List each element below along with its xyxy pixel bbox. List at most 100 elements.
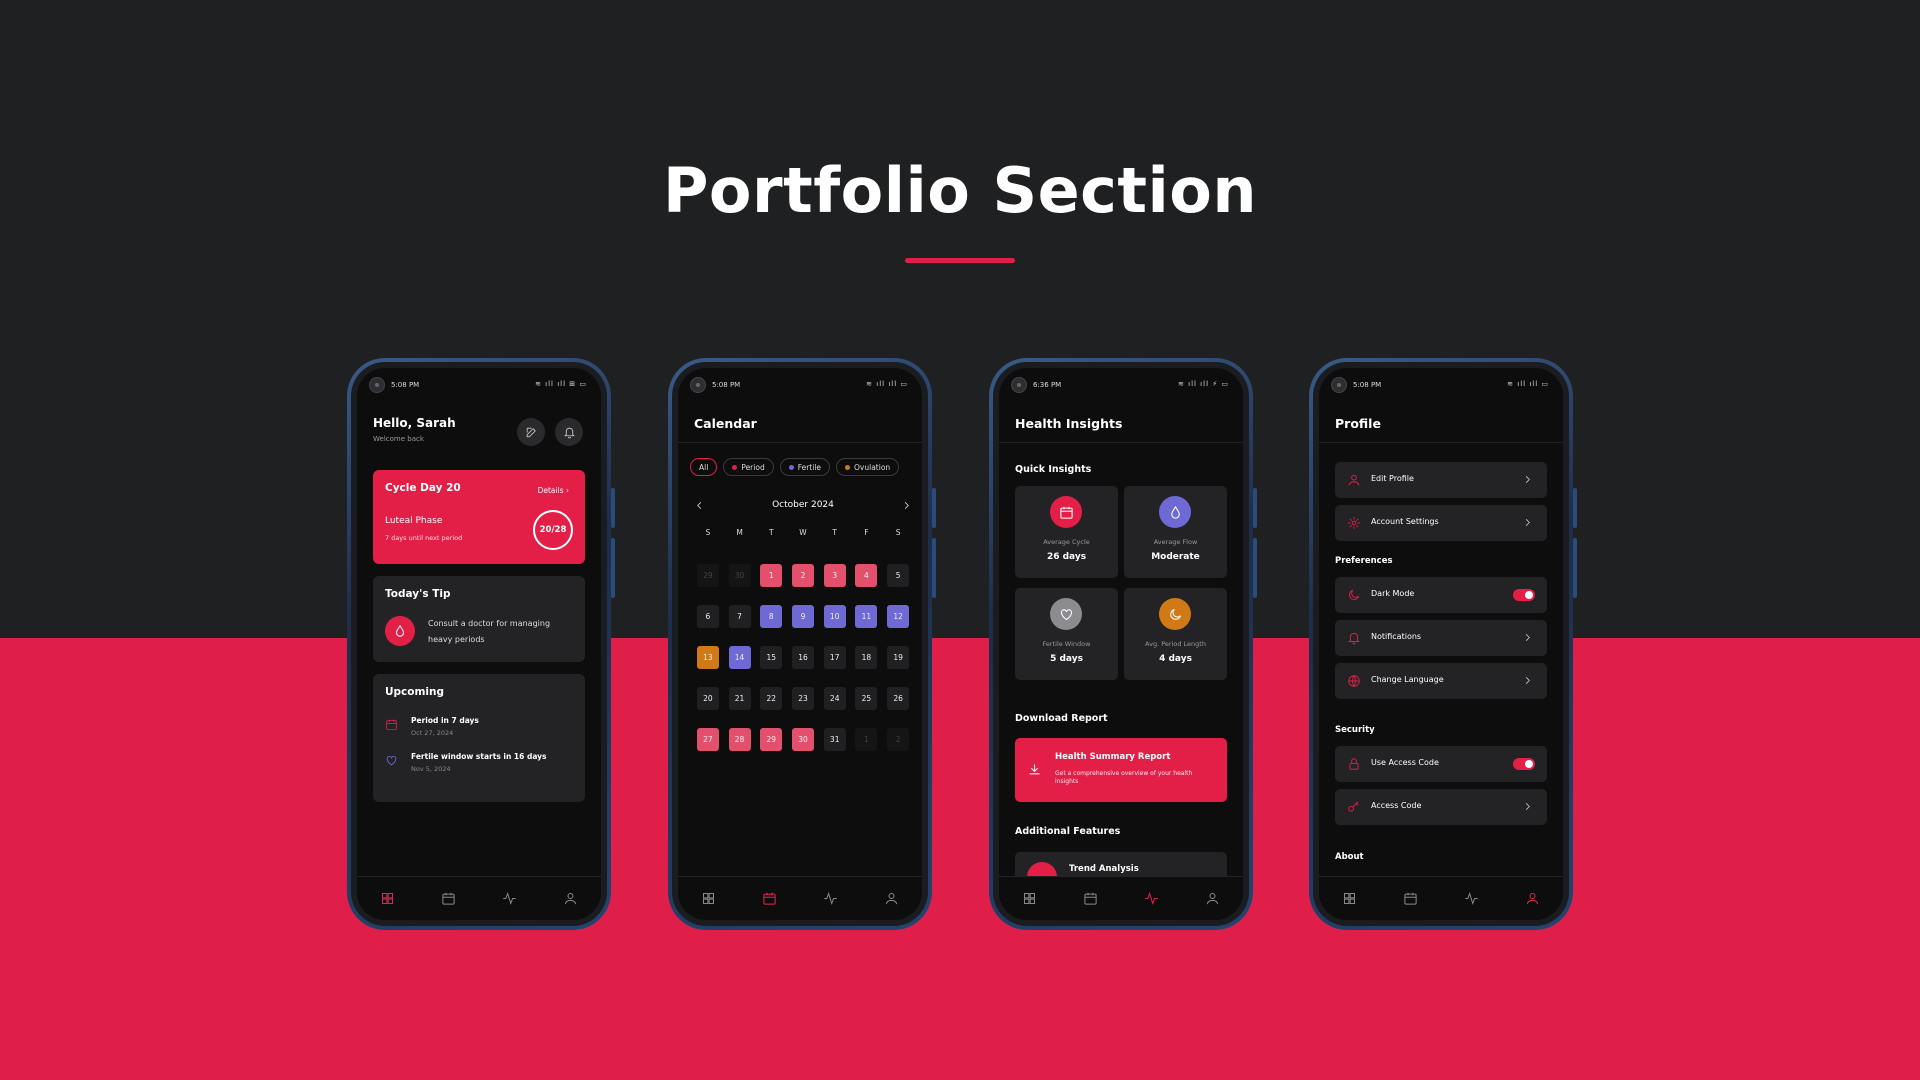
quick-insights-title: Quick Insights — [1015, 464, 1092, 475]
account-settings-row[interactable]: Account Settings — [1335, 505, 1547, 541]
access-code-toggle[interactable] — [1513, 758, 1535, 770]
notifications-button[interactable] — [555, 418, 583, 446]
insight-card[interactable]: Average Cycle 26 days — [1015, 486, 1118, 578]
nav-profile[interactable] — [561, 889, 581, 909]
row-label: Access Code — [1371, 801, 1422, 810]
calendar-day[interactable]: 25 — [855, 687, 878, 710]
calendar-day[interactable]: 3 — [823, 564, 846, 587]
calendar-day[interactable]: 6 — [696, 605, 719, 628]
nav-profile[interactable] — [882, 889, 902, 909]
calendar-day[interactable]: 23 — [791, 687, 814, 710]
calendar-day[interactable]: 2 — [791, 564, 814, 587]
calendar-day[interactable]: 9 — [791, 605, 814, 628]
period-dot — [732, 464, 738, 470]
nav-home[interactable] — [378, 889, 398, 909]
background-top — [0, 0, 1920, 638]
nav-home[interactable] — [699, 889, 719, 909]
insight-card[interactable]: Avg. Period Length 4 days — [1124, 588, 1227, 680]
dark-mode-toggle[interactable] — [1513, 589, 1535, 601]
month-header: October 2024 — [692, 498, 914, 514]
calendar-day[interactable]: 13 — [696, 646, 719, 669]
edit-button[interactable] — [517, 418, 545, 446]
calendar-day[interactable]: 18 — [855, 646, 878, 669]
calendar-day[interactable]: 5 — [887, 564, 910, 587]
calendar-day[interactable]: 15 — [760, 646, 783, 669]
calendar-day[interactable]: 30 — [791, 728, 814, 751]
filter-ovulation[interactable]: Ovulation — [836, 458, 900, 476]
camera-icon — [1011, 377, 1027, 393]
details-link[interactable]: Details › — [538, 486, 569, 495]
calendar-day[interactable]: 7 — [728, 605, 751, 628]
health-summary-report-button[interactable]: Health Summary Report Get a comprehensiv… — [1015, 738, 1227, 802]
insight-card[interactable]: Fertile Window 5 days — [1015, 588, 1118, 680]
nav-profile[interactable] — [1203, 889, 1223, 909]
next-period: 7 days until next period — [385, 534, 463, 542]
calendar-day[interactable]: 27 — [696, 728, 719, 751]
calendar-day[interactable]: 19 — [887, 646, 910, 669]
day-grid: 29 30 1 2 3 4 5 6 7 8 9 10 11 12 13 14 15 16 17 18 19 20 21 22 2… — [692, 564, 914, 751]
filter-all[interactable]: All — [690, 458, 718, 476]
nav-insights[interactable] — [1142, 889, 1162, 909]
calendar-day[interactable]: 26 — [887, 687, 910, 710]
row-label: Dark Mode — [1371, 589, 1415, 598]
calendar-icon — [763, 892, 776, 905]
nav-calendar[interactable] — [1081, 889, 1101, 909]
bottom-nav — [357, 876, 601, 920]
title-underline — [905, 258, 1015, 263]
heart-icon-badge — [1050, 598, 1082, 630]
chevron-right-icon[interactable] — [901, 500, 912, 511]
calendar-day[interactable]: 12 — [887, 605, 910, 628]
calendar-day: 30 — [728, 564, 751, 587]
edit-profile-row[interactable]: Edit Profile — [1335, 462, 1547, 498]
nav-calendar[interactable] — [1401, 889, 1421, 909]
upcoming-date: Oct 27, 2024 — [411, 729, 454, 737]
calendar-day[interactable]: 14 — [728, 646, 751, 669]
calendar-day[interactable]: 11 — [855, 605, 878, 628]
insight-card[interactable]: Average Flow Moderate — [1124, 486, 1227, 578]
cycle-card[interactable]: Cycle Day 20 Details › Luteal Phase 7 da… — [373, 470, 585, 564]
insight-label: Avg. Period Length — [1145, 640, 1206, 648]
calendar-day: 2 — [887, 728, 910, 751]
calendar-day[interactable]: 8 — [760, 605, 783, 628]
user-icon — [565, 893, 576, 905]
calendar-day[interactable]: 29 — [760, 728, 783, 751]
nav-insights[interactable] — [500, 889, 520, 909]
calendar-day[interactable]: 21 — [728, 687, 751, 710]
cycle-phase: Luteal Phase — [385, 516, 443, 526]
calendar-day[interactable]: 24 — [823, 687, 846, 710]
nav-insights[interactable] — [821, 889, 841, 909]
nav-home[interactable] — [1020, 889, 1040, 909]
calendar-day[interactable]: 22 — [760, 687, 783, 710]
calendar-day[interactable]: 17 — [823, 646, 846, 669]
access-code-row[interactable]: Access Code — [1335, 789, 1547, 825]
report-title: Health Summary Report — [1055, 752, 1171, 762]
upcoming-label: Fertile window starts in 16 days — [411, 752, 547, 761]
drop-icon-badge — [1159, 496, 1191, 528]
calendar-day[interactable]: 31 — [823, 728, 846, 751]
change-language-row[interactable]: Change Language — [1335, 663, 1547, 699]
profile-screen: 5:08 PM ≋ ıll ıll ▭ Profile Edit Profile… — [1319, 368, 1563, 920]
calendar-day[interactable]: 4 — [855, 564, 878, 587]
nav-profile[interactable] — [1523, 889, 1543, 909]
weekday-label: T — [832, 528, 837, 537]
nav-calendar[interactable] — [760, 889, 780, 909]
row-label: Edit Profile — [1371, 474, 1414, 483]
calendar-icon — [1404, 892, 1417, 905]
calendar-day[interactable]: 28 — [728, 728, 751, 751]
phone-insights: 6:36 PM ≋ ıll ıll ⚡ ▭ Health Insights Qu… — [989, 358, 1257, 930]
drop-icon — [1170, 505, 1180, 519]
calendar-day[interactable]: 10 — [823, 605, 846, 628]
download-icon — [1029, 764, 1040, 775]
calendar-day[interactable]: 20 — [696, 687, 719, 710]
heart-icon — [1060, 608, 1072, 620]
notifications-row[interactable]: Notifications — [1335, 620, 1547, 656]
calendar-day[interactable]: 1 — [760, 564, 783, 587]
nav-insights[interactable] — [1462, 889, 1482, 909]
nav-calendar[interactable] — [439, 889, 459, 909]
filter-period[interactable]: Period — [723, 458, 774, 476]
status-icons: ≋ ıll ıll ⚡ ▭ — [1178, 380, 1229, 388]
calendar-day[interactable]: 16 — [791, 646, 814, 669]
edit-icon — [526, 427, 536, 437]
filter-fertile[interactable]: Fertile — [779, 458, 831, 476]
nav-home[interactable] — [1340, 889, 1360, 909]
